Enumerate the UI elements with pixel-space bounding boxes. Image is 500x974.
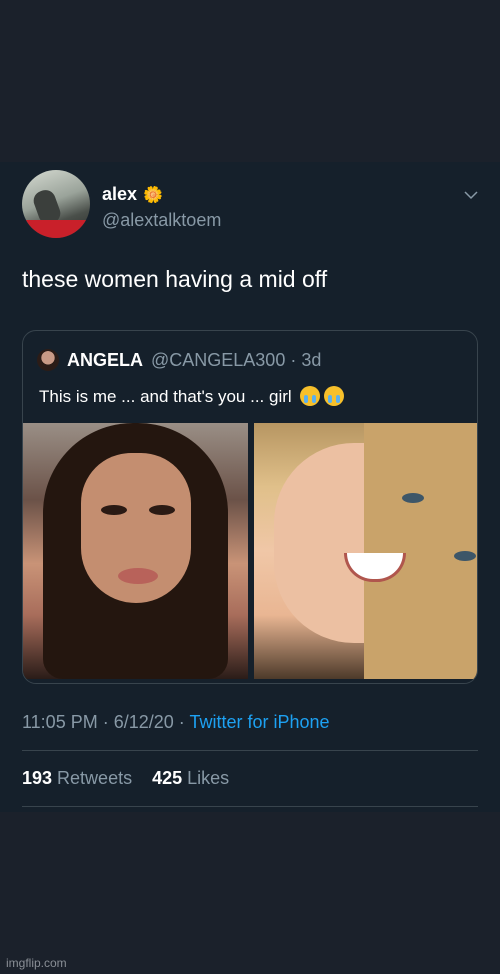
loudly-crying-face-icon [300,386,321,406]
photo-detail [454,551,476,561]
quoted-tweet[interactable]: ANGELA @CANGELA300 · 3d This is me ... a… [22,330,478,684]
likes-count: 425 [152,768,183,788]
tweet-meta: 11:05 PM · 6/12/20 · Twitter for iPhone [22,712,330,733]
avatar[interactable] [22,170,90,238]
tweet-text: these women having a mid off [22,266,328,292]
author-handle[interactable]: @alextalktoem [102,210,221,231]
likes-label: Likes [182,768,230,788]
retweets-label: Retweets [52,768,133,788]
photo-detail [149,505,175,515]
retweets-stat[interactable]: 193 Retweets [22,768,132,788]
photo-detail [101,505,127,515]
quote-text: This is me ... and that's you ... girl [39,386,345,407]
quote-photo-right[interactable] [254,423,477,679]
quote-author-handle[interactable]: @CANGELA300 · 3d [151,350,321,371]
photo-detail [118,568,158,584]
watermark: imgflip.com [6,956,67,970]
quote-avatar[interactable] [37,349,59,371]
quote-photo-left[interactable] [23,423,248,679]
author-name[interactable]: alex 🌼 [102,184,163,205]
divider [22,806,478,807]
source-link[interactable]: Twitter for iPhone [189,712,329,732]
flower-emoji-icon: 🌼 [143,187,163,204]
tweet-stats: 193 Retweets 425 Likes [22,768,229,789]
quote-author-name[interactable]: ANGELA [67,350,143,371]
photo-detail [402,493,424,503]
author-name-text: alex [102,184,138,204]
avatar-photo-detail [22,220,90,238]
timestamp[interactable]: 11:05 PM · 6/12/20 · [22,712,189,732]
divider [22,750,478,751]
likes-stat[interactable]: 425 Likes [152,768,229,788]
chevron-down-icon[interactable] [462,186,480,204]
retweets-count: 193 [22,768,53,788]
quote-text-content: This is me ... and that's you ... girl [39,387,292,406]
loudly-crying-face-icon [324,386,345,406]
